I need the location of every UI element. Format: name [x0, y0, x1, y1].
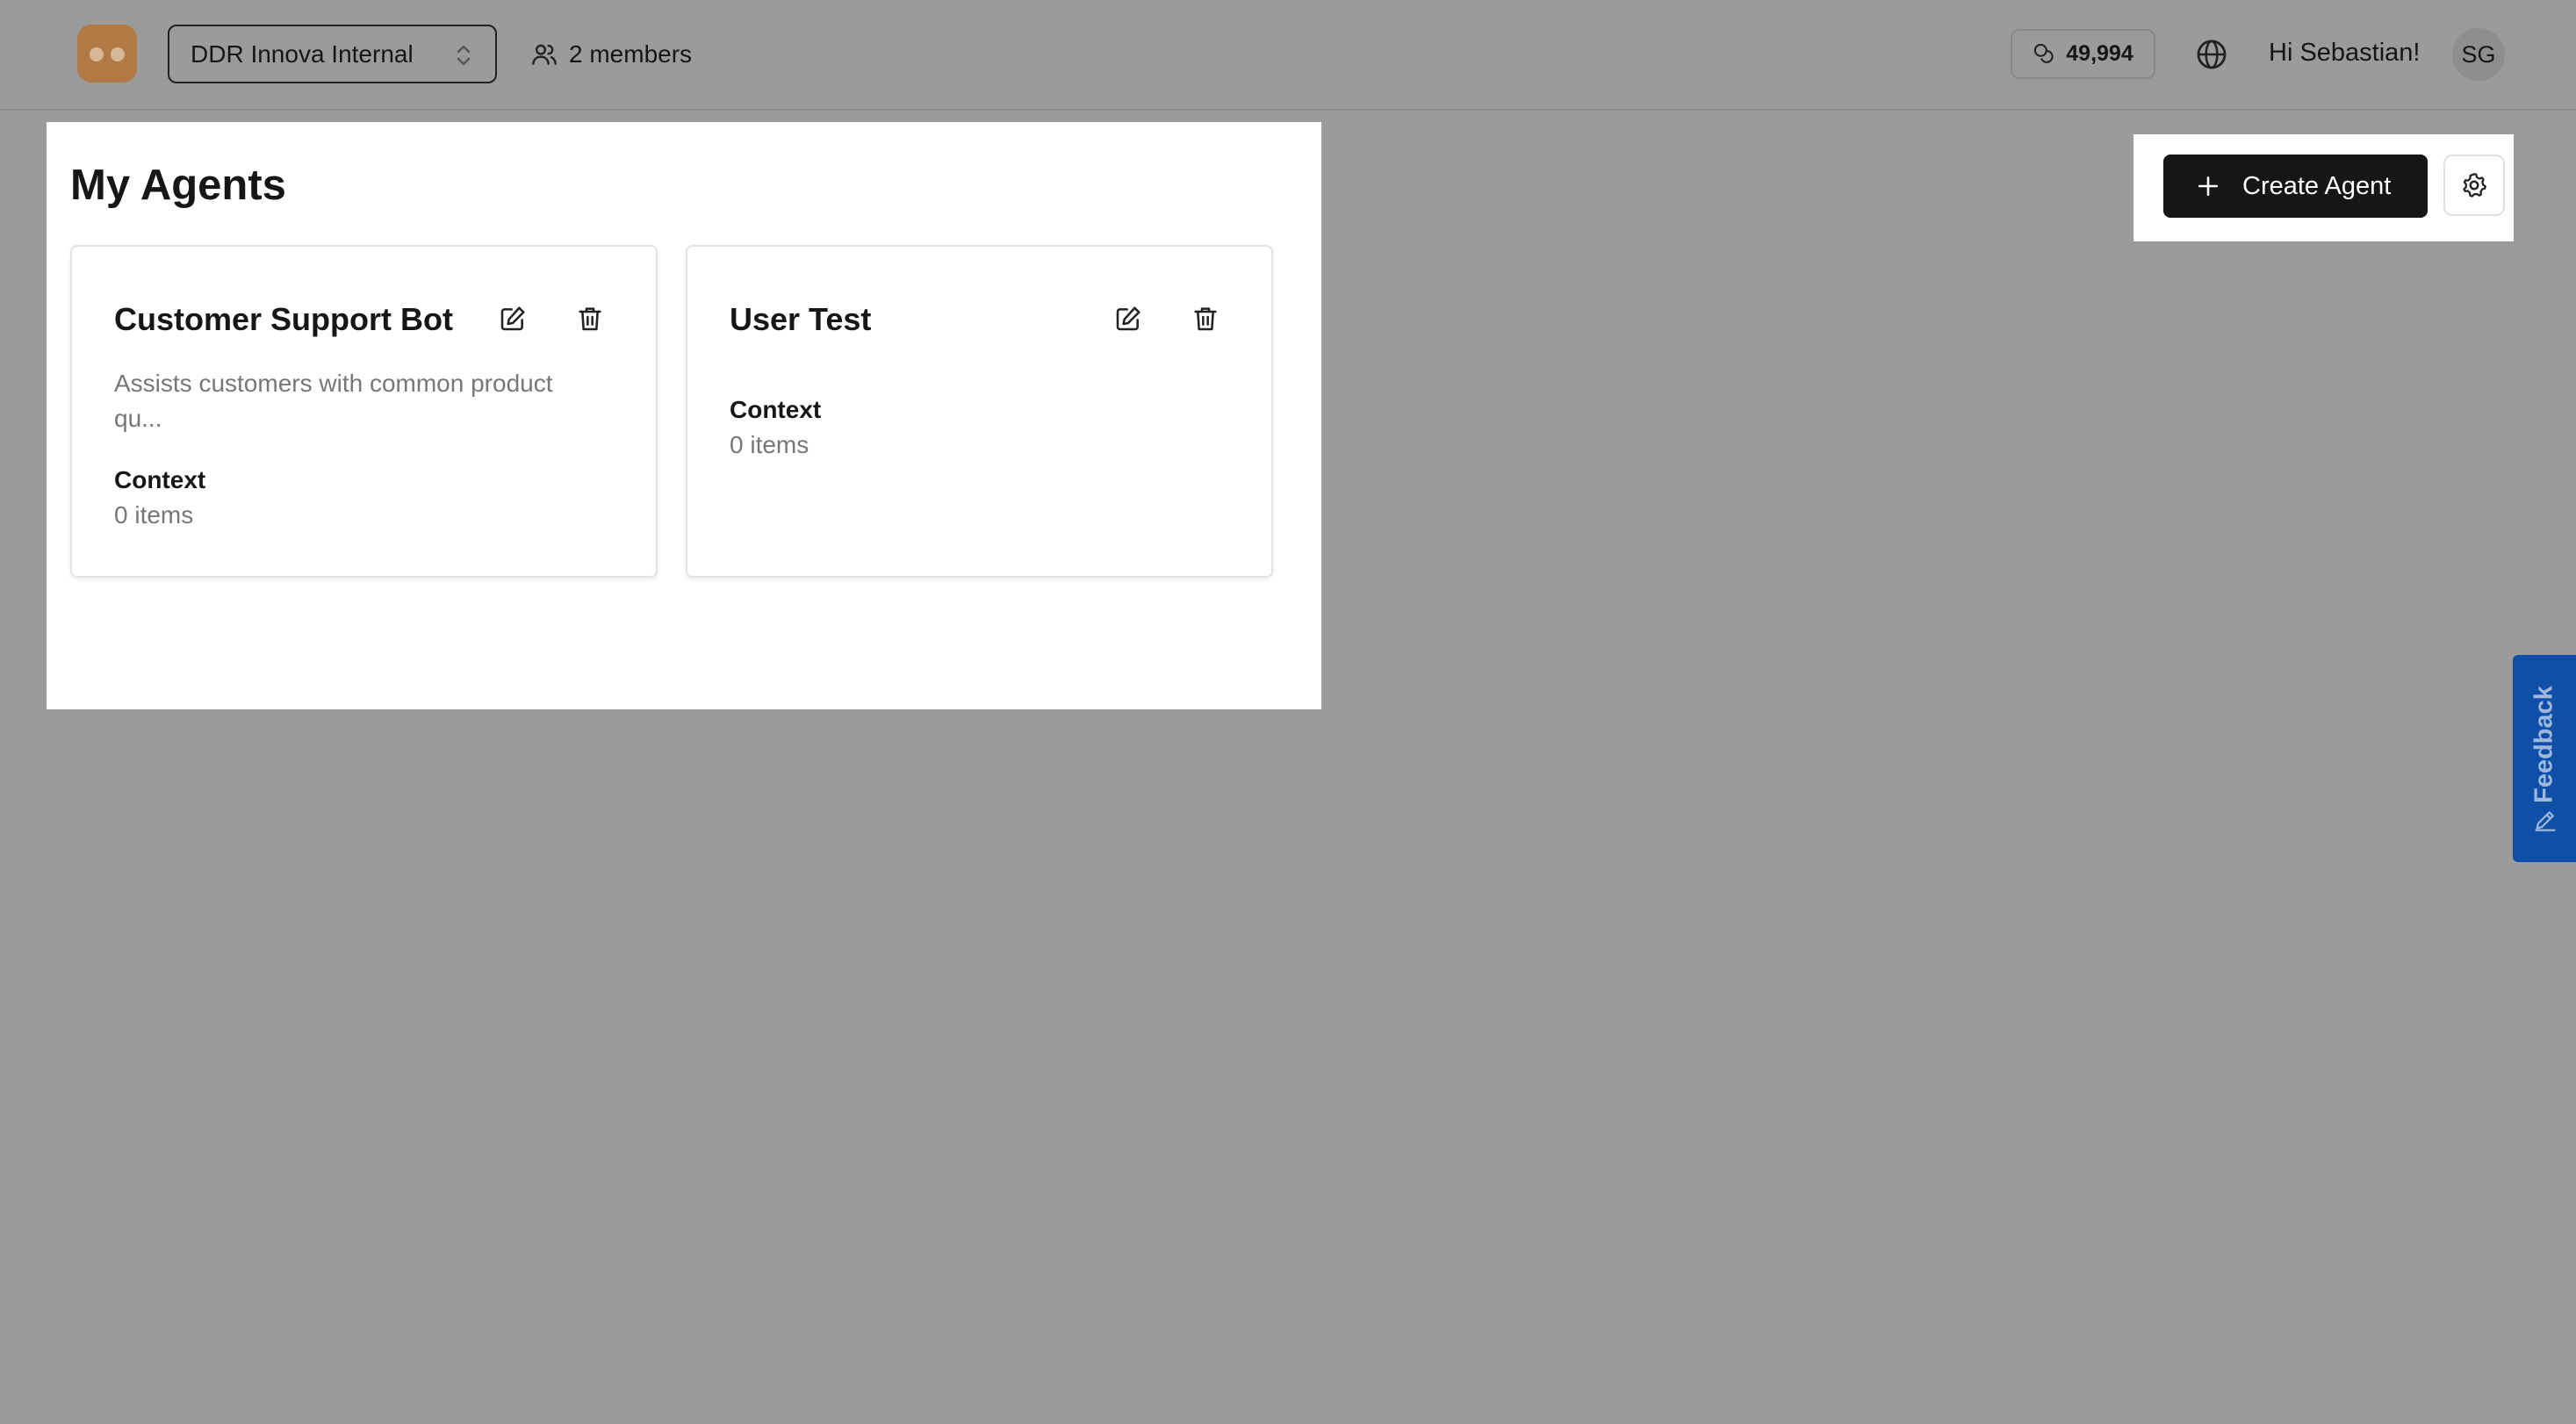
context-count: 0 items — [114, 501, 194, 529]
chevron-up-down-icon — [457, 45, 471, 66]
context-label: Context — [730, 396, 822, 423]
workspace-selector[interactable]: DDR Innova Internal — [168, 25, 497, 83]
logo-dot-left — [90, 47, 104, 61]
members-count: 2 members — [569, 40, 693, 68]
members-link[interactable]: 2 members — [530, 35, 692, 74]
delete-agent-button[interactable] — [572, 301, 608, 336]
user-greeting: Hi Sebastian! — [2269, 39, 2421, 67]
app-logo[interactable] — [77, 25, 137, 83]
avatar-initials: SG — [2461, 40, 2496, 68]
agent-name: User Test — [730, 301, 872, 337]
edit-icon — [500, 306, 525, 331]
credits-value: 49,994 — [2066, 41, 2133, 66]
coins-icon — [2034, 43, 2054, 63]
gear-icon — [2463, 173, 2486, 198]
agents-panel: My Agents Customer Support Bot Assists c… — [47, 122, 1321, 709]
top-bar: DDR Innova Internal 2 members 49,994 Hi … — [0, 0, 2576, 111]
agent-name: Customer Support Bot — [114, 301, 453, 337]
plus-icon — [2198, 176, 2219, 197]
trash-icon — [579, 307, 601, 331]
agent-actions: Create Agent — [2133, 134, 2514, 241]
delete-agent-button[interactable] — [1188, 301, 1223, 336]
agent-card[interactable]: Customer Support Bot Assists customers w… — [70, 245, 658, 578]
avatar[interactable]: SG — [2452, 28, 2505, 81]
agent-card[interactable]: User Test Context 0 items — [686, 245, 1273, 578]
agent-description: Assists customers with common product qu… — [114, 370, 553, 432]
settings-button[interactable] — [2443, 155, 2505, 216]
page-title: My Agents — [70, 162, 286, 209]
context-count: 0 items — [730, 431, 809, 458]
edit-agent-button[interactable] — [495, 301, 530, 336]
create-agent-label: Create Agent — [2242, 171, 2392, 200]
globe-icon[interactable] — [2195, 38, 2228, 71]
credits-badge[interactable]: 49,994 — [2011, 29, 2155, 79]
feedback-label: Feedback — [2529, 686, 2558, 803]
trash-icon — [1194, 307, 1217, 331]
logo-dot-right — [111, 47, 125, 61]
create-agent-button[interactable]: Create Agent — [2163, 155, 2428, 218]
workspace-name: DDR Innova Internal — [191, 40, 414, 68]
pencil-icon — [2535, 811, 2556, 831]
feedback-tab[interactable]: Feedback — [2513, 655, 2576, 862]
users-icon — [532, 44, 557, 65]
context-label: Context — [114, 466, 206, 493]
edit-agent-button[interactable] — [1111, 301, 1146, 336]
edit-icon — [1116, 306, 1140, 331]
